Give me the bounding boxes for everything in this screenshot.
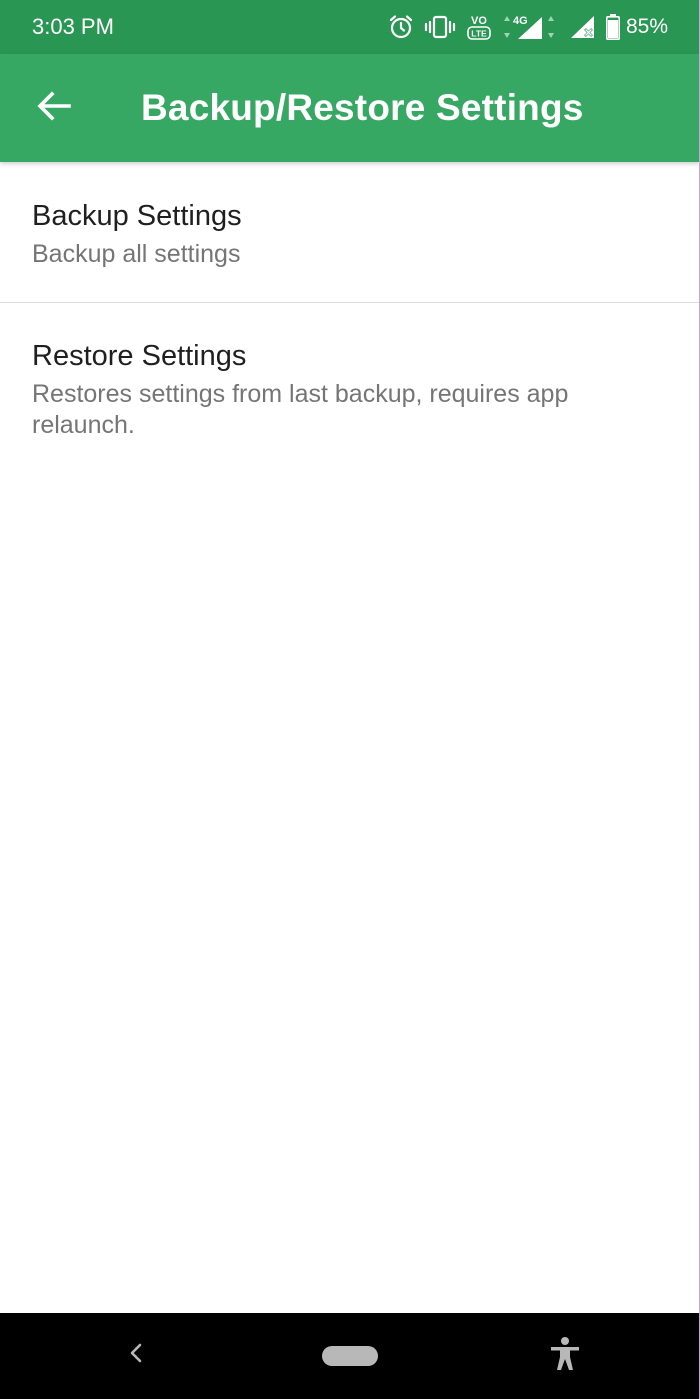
preferences-list: Backup Settings Backup all settings Rest… <box>0 162 700 473</box>
battery-icon <box>605 14 620 40</box>
restore-settings-title: Restore Settings <box>32 340 247 372</box>
accessibility-button[interactable] <box>544 1335 586 1377</box>
alarm-icon <box>388 14 414 40</box>
nav-back-button[interactable] <box>118 1335 154 1375</box>
app-bar: Backup/Restore Settings <box>0 54 700 162</box>
vibrate-icon <box>424 15 456 39</box>
battery-percent: 85% <box>625 15 668 38</box>
status-bar: 3:03 PM VO LTE 4G 85% <box>0 0 700 54</box>
signal-4g-icon: 4G <box>502 13 560 41</box>
signal-no-sim-icon <box>570 14 596 40</box>
backup-settings-title: Backup Settings <box>32 200 242 232</box>
system-nav-bar <box>0 1313 700 1399</box>
home-pill-icon[interactable] <box>322 1346 378 1366</box>
volte-icon: VO LTE <box>466 13 492 41</box>
volte-label-bottom: LTE <box>471 29 487 39</box>
restore-settings-item[interactable]: Restore Settings Restores settings from … <box>0 303 700 473</box>
backup-settings-summary: Backup all settings <box>32 240 241 268</box>
volte-label-top: VO <box>471 15 487 27</box>
status-time: 3:03 PM <box>32 14 114 39</box>
status-icons: VO LTE 4G 85% <box>388 0 700 54</box>
back-button[interactable] <box>22 76 86 140</box>
restore-settings-summary: Restores settings from last backup, requ… <box>32 380 569 439</box>
page-title: Backup/Restore Settings <box>141 87 584 128</box>
accessibility-icon <box>548 1336 582 1377</box>
nav-back-icon <box>128 1341 144 1370</box>
arrow-back-icon <box>37 90 71 126</box>
network-label: 4G <box>513 15 528 27</box>
backup-settings-item[interactable]: Backup Settings Backup all settings <box>0 162 700 303</box>
